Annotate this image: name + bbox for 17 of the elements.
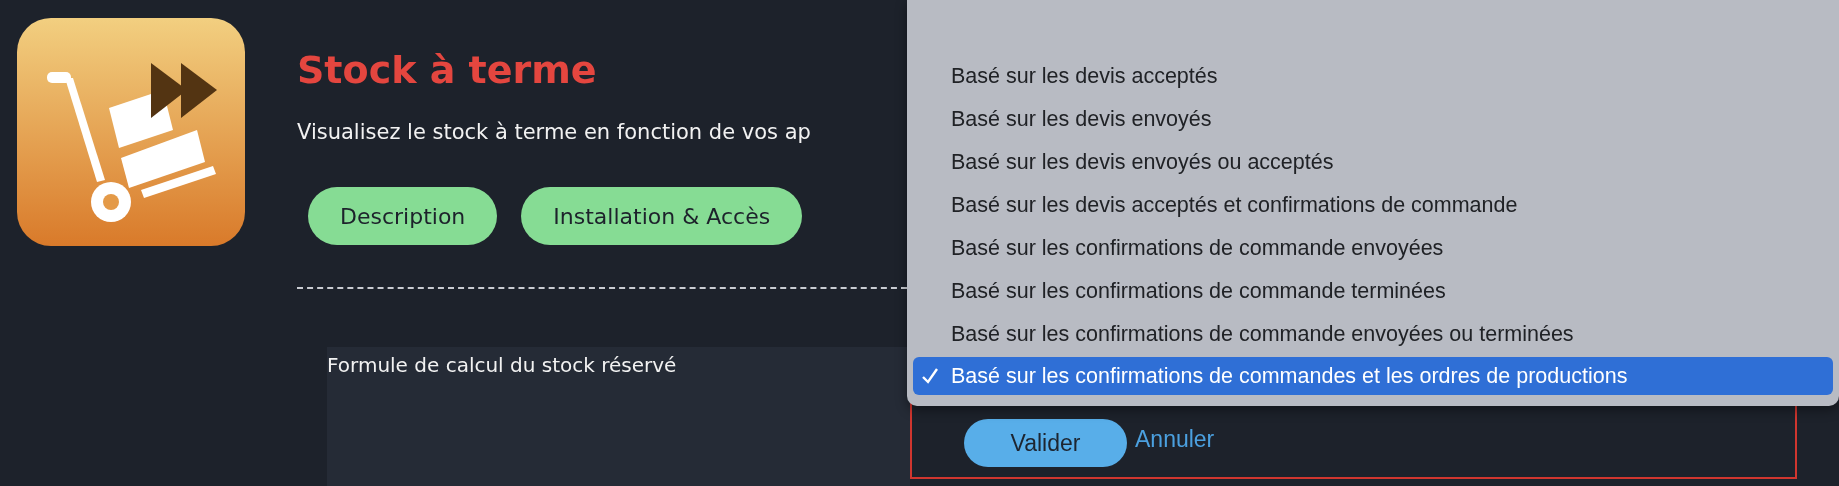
menu-item[interactable]: Basé sur les confirmations de commande terminées xyxy=(913,270,1833,313)
field-label: Formule de calcul du stock réservé xyxy=(327,353,677,377)
menu-item[interactable]: Basé sur les confirmations de commande envoyées ou terminées xyxy=(913,313,1833,356)
check-icon xyxy=(921,367,939,385)
app-icon xyxy=(17,18,245,246)
validate-button[interactable]: Valider xyxy=(964,419,1127,467)
menu-item[interactable]: Basé sur les devis envoyés xyxy=(913,98,1833,141)
description-text: Visualisez le stock à terme en fonction de vos ap xyxy=(297,120,811,144)
menu-item[interactable]: Basé sur les confirmations de commande envoyées xyxy=(913,227,1833,270)
cancel-link[interactable]: Annuler xyxy=(1135,426,1215,453)
menu-item[interactable]: Basé sur les devis acceptés et confirmations de commande xyxy=(913,184,1833,227)
tab-button[interactable]: Description xyxy=(308,187,498,245)
menu-item[interactable]: Basé sur les devis acceptés xyxy=(913,55,1833,98)
page-title: Stock à terme xyxy=(297,48,597,92)
menu-item[interactable]: Basé sur les devis envoyés ou acceptés xyxy=(913,141,1833,184)
tab-button[interactable]: Installation & Accès xyxy=(521,187,803,245)
menu-item[interactable]: Basé sur les confirmations de commandes et les ordres de productions xyxy=(913,357,1833,395)
